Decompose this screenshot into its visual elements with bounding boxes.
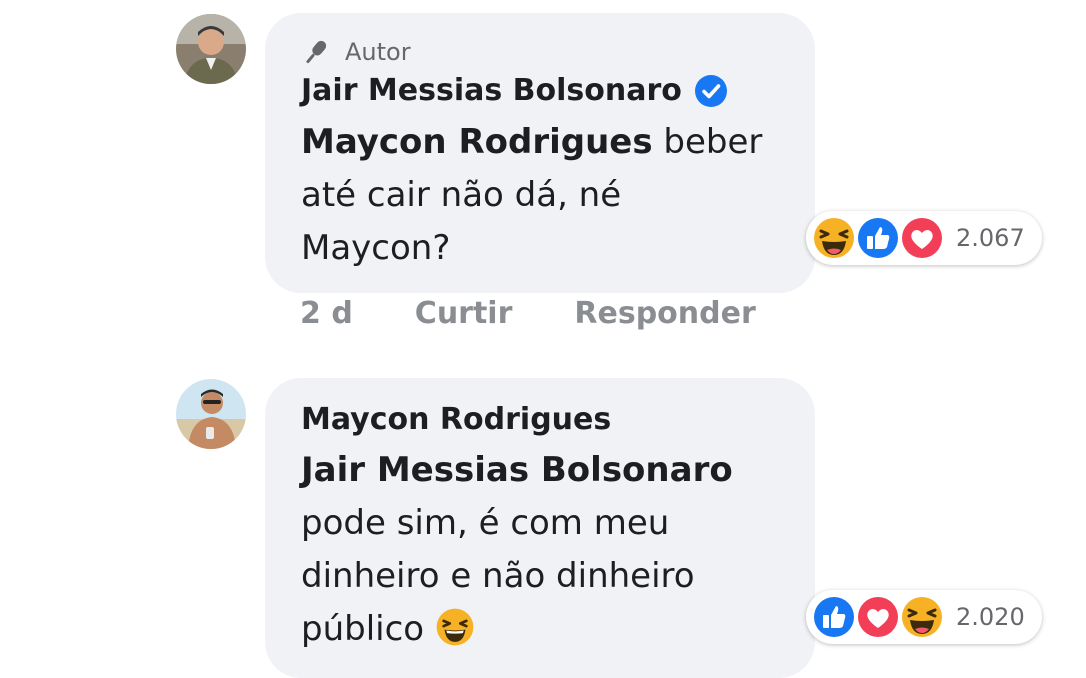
haha-icon [898, 593, 946, 641]
comment-text-line3: Maycon? [301, 228, 451, 268]
reaction-count-reply: 2.020 [956, 603, 1025, 631]
reply-button[interactable]: Responder [574, 296, 755, 331]
reply-author-text[interactable]: Maycon Rodrigues [301, 402, 611, 437]
reply-text: Jair Messias Bolsonaro pode sim, é com m… [301, 444, 733, 664]
reaction-summary[interactable]: 2.067 [806, 211, 1042, 265]
reply-text-line4: público [301, 609, 425, 649]
reply-text-line2: pode sim, é com meu [301, 503, 670, 543]
avatar-author[interactable] [176, 14, 246, 84]
reaction-count: 2.067 [956, 224, 1025, 252]
comment-author-name[interactable]: Jair Messias Bolsonaro [301, 73, 728, 108]
like-icon [854, 214, 902, 262]
like-icon [810, 593, 858, 641]
avatar-replier[interactable] [176, 379, 246, 449]
love-icon [854, 593, 902, 641]
author-name-text[interactable]: Jair Messias Bolsonaro [301, 73, 682, 108]
love-icon [898, 214, 946, 262]
grinning-squinting-emoji-icon [434, 606, 476, 664]
comment-text-line1: beber [652, 122, 763, 162]
author-badge-label: Autor [345, 38, 411, 66]
reaction-summary-reply[interactable]: 2.020 [806, 590, 1042, 644]
comment-timestamp[interactable]: 2 d [300, 296, 353, 331]
reply-author-name[interactable]: Maycon Rodrigues [301, 402, 611, 437]
comment-bubble: Autor Jair Messias Bolsonaro Maycon Rodr… [265, 13, 815, 293]
verified-badge-icon [694, 74, 727, 107]
microphone-icon [306, 40, 327, 64]
comment-text: Maycon Rodrigues beber até cair não dá, … [301, 116, 762, 275]
comment-text-line2: até cair não dá, né [301, 175, 622, 215]
mention-link-reply[interactable]: Jair Messias Bolsonaro [301, 450, 733, 490]
mention-link[interactable]: Maycon Rodrigues [301, 122, 653, 162]
reply-bubble: Maycon Rodrigues Jair Messias Bolsonaro … [265, 378, 815, 678]
comment-actions: 2 d Curtir Responder [300, 296, 818, 331]
haha-icon [810, 214, 858, 262]
author-badge: Autor [301, 37, 411, 67]
like-button[interactable]: Curtir [415, 296, 513, 331]
reply-text-line3: dinheiro e não dinheiro [301, 556, 695, 596]
